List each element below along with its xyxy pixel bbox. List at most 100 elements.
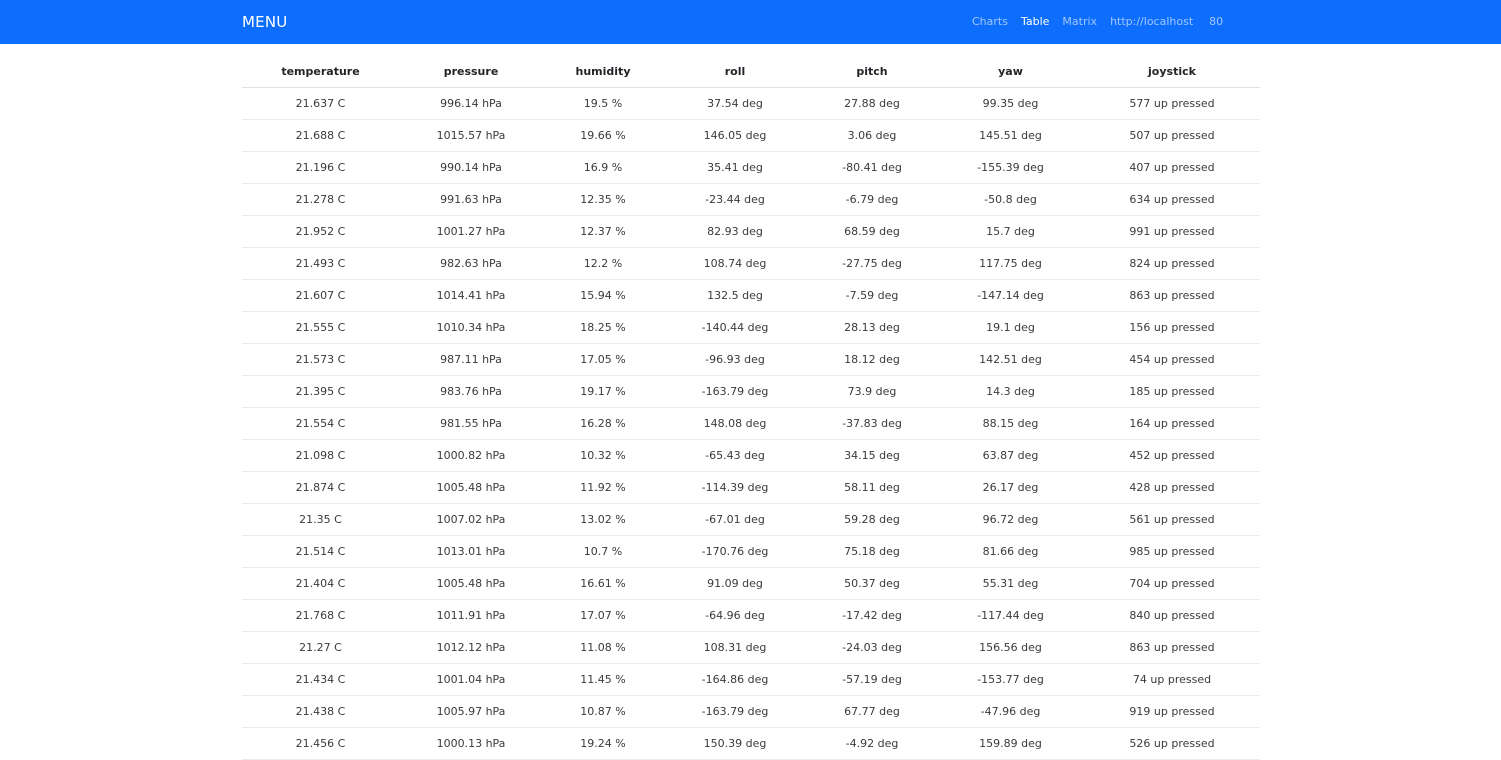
table-cell-roll: 132.5 deg — [663, 279, 807, 312]
table-cell-pitch: 58.11 deg — [807, 471, 937, 504]
table-cell-pressure: 983.76 hPa — [399, 375, 543, 408]
table-cell-pressure: 1000.82 hPa — [399, 439, 543, 472]
table-cell-yaw: 19.1 deg — [937, 311, 1084, 344]
table-cell-roll: -65.43 deg — [663, 439, 807, 472]
nav-link-charts[interactable]: Charts — [972, 14, 1008, 30]
table-cell-pressure: 1005.97 hPa — [399, 695, 543, 728]
table-row: 21.607 C 1014.41 hPa 15.94 % 132.5 deg -7.59… — [242, 279, 1260, 312]
table-cell-humidity: 13.02 % — [543, 503, 663, 536]
navbar: MENU Charts Table Matrix http://localhos… — [0, 0, 1501, 44]
table-row: 21.514 C 1013.01 hPa 10.7 % -170.76 deg 75.1… — [242, 535, 1260, 568]
column-header-temperature: temperature — [242, 56, 399, 88]
table-row: 21.768 C 1011.91 hPa 17.07 % -64.96 deg -17.… — [242, 599, 1260, 632]
table-cell-joystick: 454 up pressed — [1084, 343, 1260, 376]
table-cell-temperature: 21.607 C — [242, 279, 399, 312]
table-cell-pressure: 991.63 hPa — [399, 183, 543, 216]
table-cell-yaw: 26.17 deg — [937, 471, 1084, 504]
table-cell-pitch: 3.06 deg — [807, 119, 937, 152]
nav-link-matrix[interactable]: Matrix — [1062, 14, 1097, 30]
table-cell-joystick: 526 up pressed — [1084, 727, 1260, 760]
table-cell-roll: 91.09 deg — [663, 567, 807, 600]
table-cell-humidity: 10.32 % — [543, 439, 663, 472]
table-cell-roll: -96.93 deg — [663, 343, 807, 376]
server-host: http://localhost — [1110, 15, 1194, 28]
table-cell-humidity: 11.08 % — [543, 631, 663, 664]
table-row: 21.555 C 1010.34 hPa 18.25 % -140.44 deg 28.… — [242, 311, 1260, 344]
column-header-roll: roll — [663, 56, 807, 88]
column-header-joystick: joystick — [1084, 56, 1260, 88]
table-cell-temperature: 21.555 C — [242, 311, 399, 344]
table-row: 21.404 C 1005.48 hPa 16.61 % 91.09 deg 50.37… — [242, 567, 1260, 600]
table-cell-humidity: 17.07 % — [543, 599, 663, 632]
table-cell-roll: 37.54 deg — [663, 87, 807, 120]
table-cell-joystick: 407 up pressed — [1084, 151, 1260, 184]
table-cell-temperature: 21.438 C — [242, 695, 399, 728]
table-cell-pressure: 1012.12 hPa — [399, 631, 543, 664]
table-cell-humidity: 16.9 % — [543, 151, 663, 184]
table-cell-temperature: 21.404 C — [242, 567, 399, 600]
table-cell-temperature: 21.514 C — [242, 535, 399, 568]
column-header-yaw: yaw — [937, 56, 1084, 88]
table-cell-joystick: 452 up pressed — [1084, 439, 1260, 472]
table-cell-temperature: 21.768 C — [242, 599, 399, 632]
table-cell-yaw: -155.39 deg — [937, 151, 1084, 184]
nav-links: Charts Table Matrix http://localhost 80 — [972, 14, 1223, 30]
table-cell-pressure: 1014.41 hPa — [399, 279, 543, 312]
table-cell-temperature: 21.637 C — [242, 87, 399, 120]
table-cell-joystick: 824 up pressed — [1084, 247, 1260, 280]
table-cell-pitch: -37.83 deg — [807, 407, 937, 440]
table-cell-temperature: 21.573 C — [242, 343, 399, 376]
nav-link-table[interactable]: Table — [1021, 14, 1049, 30]
table-cell-roll: 150.39 deg — [663, 727, 807, 760]
table-cell-pressure: 982.63 hPa — [399, 247, 543, 280]
table-row: 21.573 C 987.11 hPa 17.05 % -96.93 deg 18.12… — [242, 343, 1260, 376]
table-cell-yaw: -47.96 deg — [937, 695, 1084, 728]
table-cell-temperature: 21.456 C — [242, 727, 399, 760]
table-cell-joystick: 74 up pressed — [1084, 663, 1260, 696]
table-cell-temperature: 21.35 C — [242, 503, 399, 536]
table-cell-joystick: 991 up pressed — [1084, 215, 1260, 248]
table-row: 21.278 C 991.63 hPa 12.35 % -23.44 deg -6.79… — [242, 183, 1260, 216]
table-cell-roll: -163.79 deg — [663, 375, 807, 408]
table-cell-humidity: 19.66 % — [543, 119, 663, 152]
table-cell-pitch: -6.79 deg — [807, 183, 937, 216]
table-cell-humidity: 11.45 % — [543, 663, 663, 696]
table-cell-humidity: 12.37 % — [543, 215, 663, 248]
table-cell-joystick: 704 up pressed — [1084, 567, 1260, 600]
table-cell-joystick: 164 up pressed — [1084, 407, 1260, 440]
table-cell-yaw: -153.77 deg — [937, 663, 1084, 696]
table-cell-joystick: 185 up pressed — [1084, 375, 1260, 408]
table-cell-pitch: -7.59 deg — [807, 279, 937, 312]
table-cell-roll: -163.79 deg — [663, 695, 807, 728]
table-cell-joystick: 507 up pressed — [1084, 119, 1260, 152]
table-cell-pitch: -27.75 deg — [807, 247, 937, 280]
table-cell-yaw: 14.3 deg — [937, 375, 1084, 408]
table-cell-pitch: -17.42 deg — [807, 599, 937, 632]
table-cell-humidity: 19.24 % — [543, 727, 663, 760]
table-cell-yaw: 55.31 deg — [937, 567, 1084, 600]
table-cell-yaw: 117.75 deg — [937, 247, 1084, 280]
table-cell-temperature: 21.196 C — [242, 151, 399, 184]
table-cell-roll: 35.41 deg — [663, 151, 807, 184]
table-cell-temperature: 21.27 C — [242, 631, 399, 664]
table-cell-pitch: -24.03 deg — [807, 631, 937, 664]
table-cell-roll: -67.01 deg — [663, 503, 807, 536]
table-cell-joystick: 561 up pressed — [1084, 503, 1260, 536]
table-cell-yaw: 81.66 deg — [937, 535, 1084, 568]
table-row: 21.395 C 983.76 hPa 19.17 % -163.79 deg 73.9… — [242, 375, 1260, 408]
menu-brand[interactable]: MENU — [242, 11, 287, 33]
table-cell-pitch: 68.59 deg — [807, 215, 937, 248]
table-cell-temperature: 21.952 C — [242, 215, 399, 248]
table-cell-humidity: 10.87 % — [543, 695, 663, 728]
column-header-pressure: pressure — [399, 56, 543, 88]
table-cell-humidity: 17.05 % — [543, 343, 663, 376]
table-cell-pitch: -57.19 deg — [807, 663, 937, 696]
table-cell-roll: 146.05 deg — [663, 119, 807, 152]
table-cell-joystick: 428 up pressed — [1084, 471, 1260, 504]
table-cell-yaw: 88.15 deg — [937, 407, 1084, 440]
table-cell-yaw: -147.14 deg — [937, 279, 1084, 312]
table-cell-humidity: 18.25 % — [543, 311, 663, 344]
table-cell-pressure: 1001.04 hPa — [399, 663, 543, 696]
table-cell-yaw: -117.44 deg — [937, 599, 1084, 632]
table-cell-humidity: 16.28 % — [543, 407, 663, 440]
